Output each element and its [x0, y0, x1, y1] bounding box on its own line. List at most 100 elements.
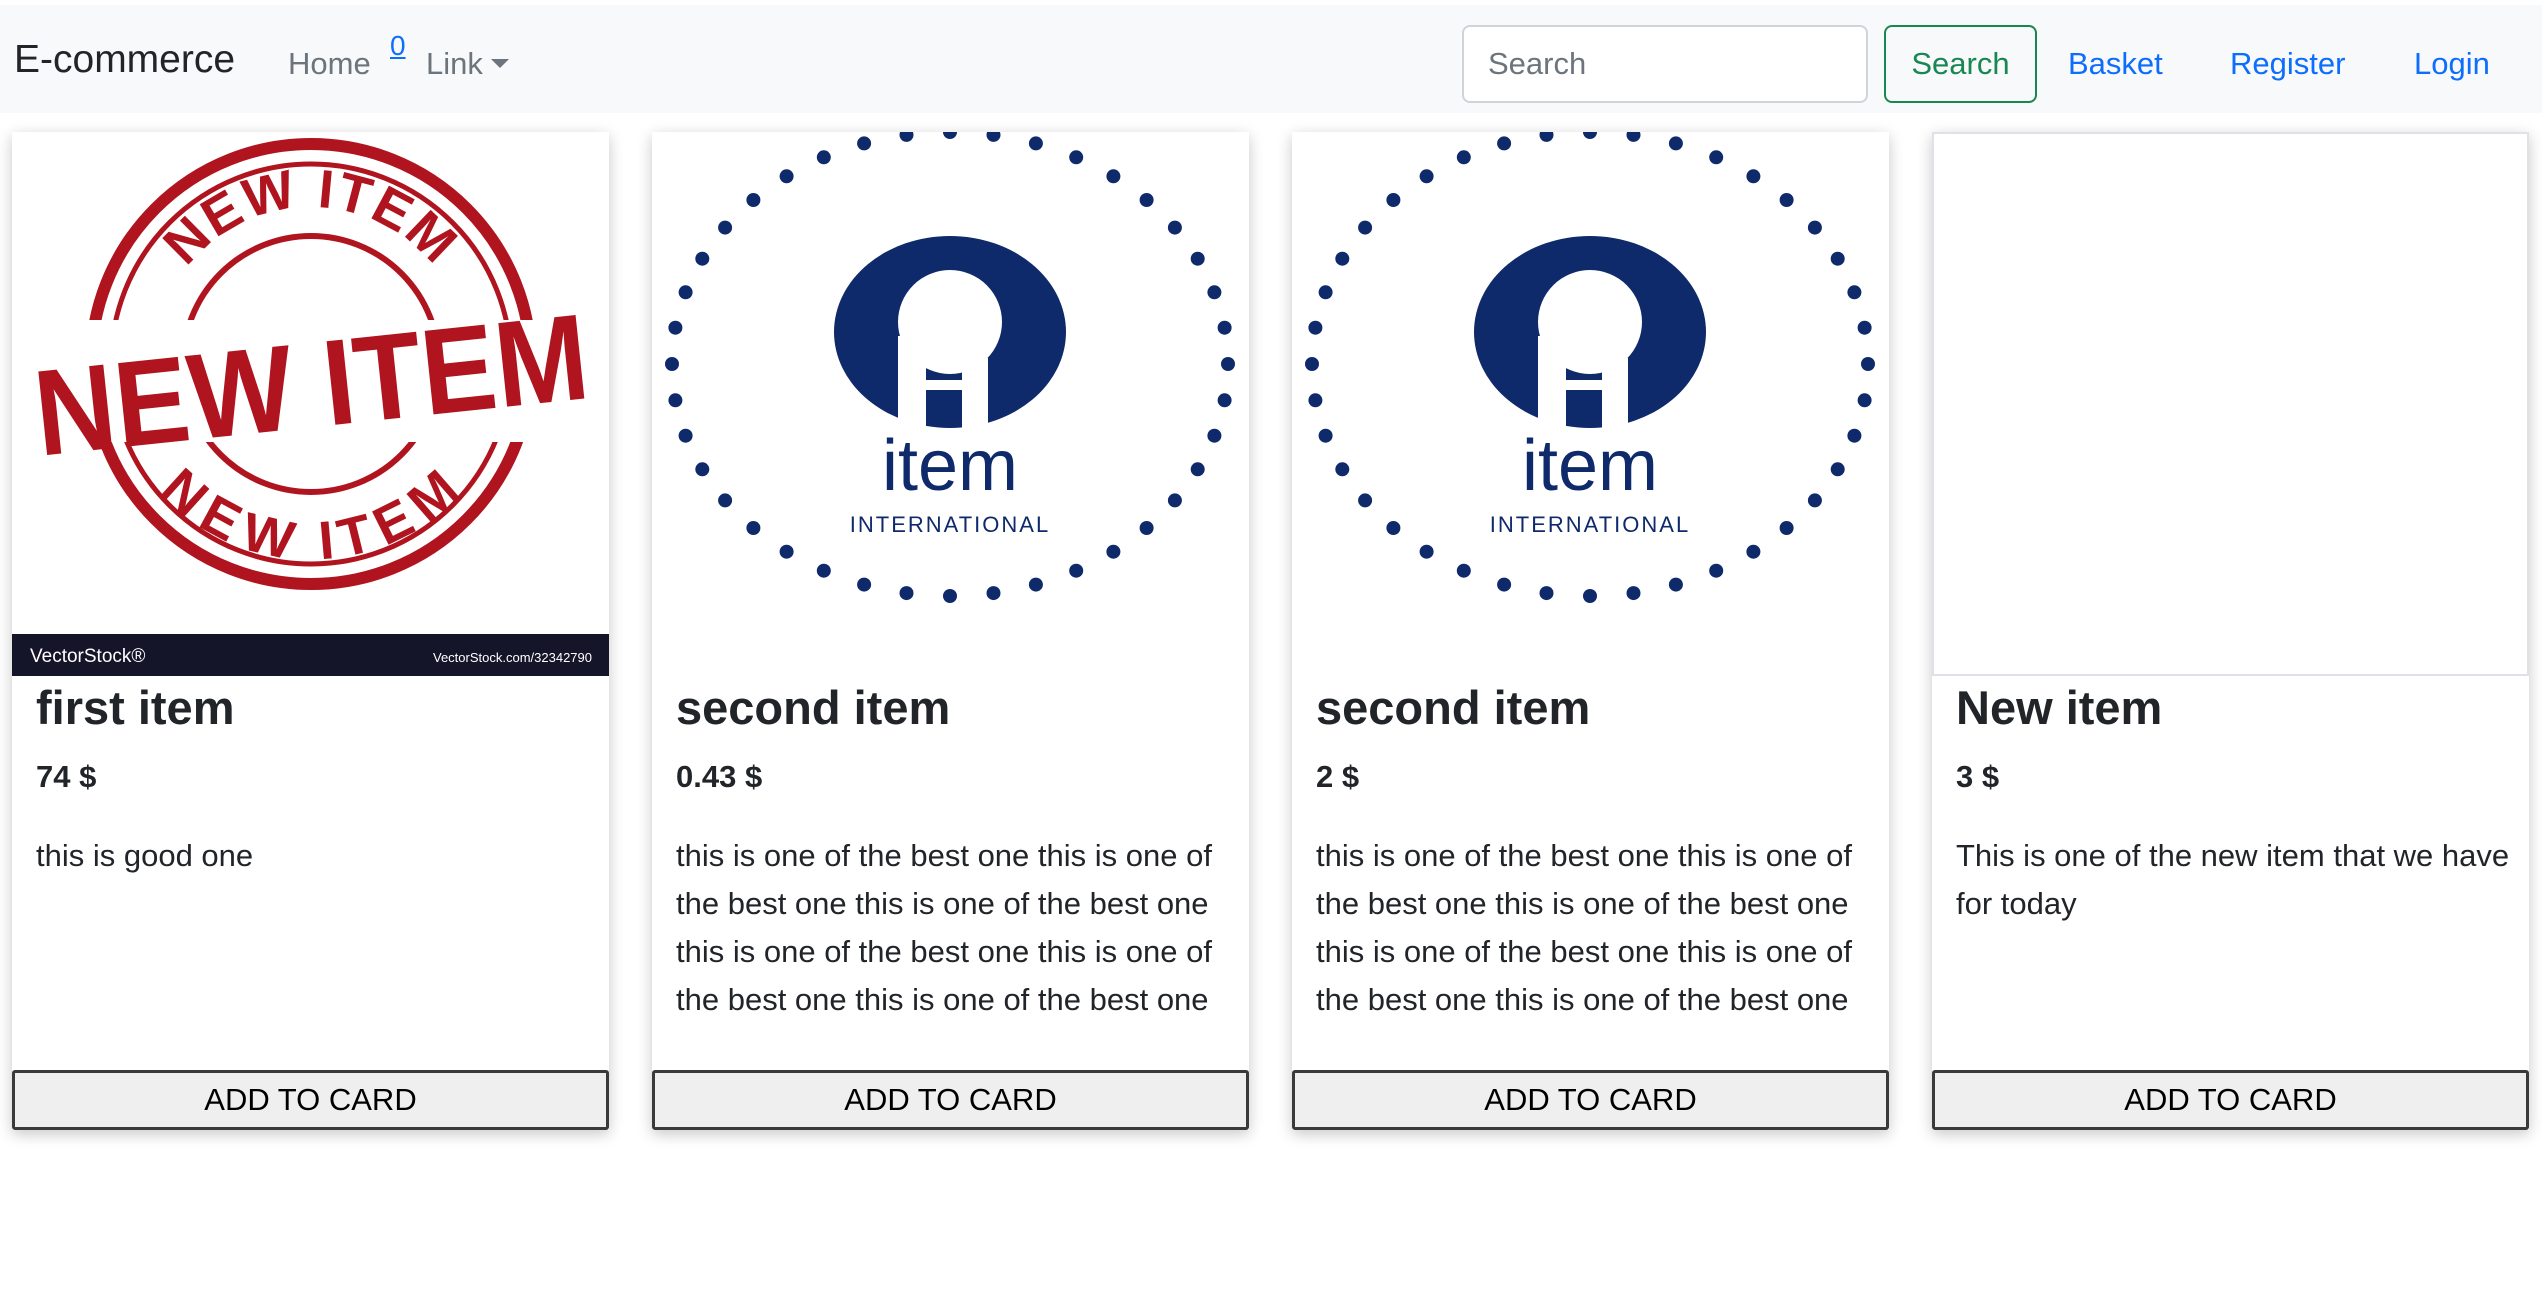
- product-card: item INTERNATIONAL second item 2 $ this …: [1292, 132, 1889, 1130]
- ring-dot: [1190, 251, 1205, 266]
- ring-dot: [1419, 544, 1434, 559]
- ring-dot: [1305, 357, 1319, 371]
- ring-dot: [718, 493, 733, 508]
- product-image-placeholder: [1932, 132, 2529, 676]
- product-image: NEW ITEM NEW ITEM NEW ITEM VectorStock® …: [12, 132, 609, 676]
- add-to-cart-button[interactable]: ADD TO CARD: [1292, 1070, 1889, 1130]
- product-card: NEW ITEM NEW ITEM NEW ITEM VectorStock® …: [12, 132, 609, 1130]
- ring-dot: [1419, 169, 1434, 184]
- logo-word: item: [882, 426, 1018, 506]
- basket-link[interactable]: Basket: [2068, 45, 2163, 82]
- nav-link-label: Link: [426, 46, 483, 81]
- product-price: 2 $: [1316, 759, 1360, 794]
- ring-dot: [1807, 220, 1822, 235]
- ring-dot: [1190, 462, 1205, 477]
- ring-dot: [816, 563, 831, 578]
- ring-dot: [1746, 544, 1761, 559]
- ring-dot: [1847, 285, 1862, 300]
- ring-dot: [1746, 169, 1761, 184]
- ring-dot: [668, 320, 683, 335]
- product-title: second item: [676, 681, 951, 734]
- item-international-logo-image: item INTERNATIONAL: [652, 132, 1249, 676]
- search-button[interactable]: Search: [1884, 25, 2037, 103]
- ring-dot: [1497, 136, 1512, 151]
- ring-dot: [718, 220, 733, 235]
- vectorstock-url: VectorStock.com/32342790: [433, 650, 592, 665]
- product-title: New item: [1956, 681, 2163, 734]
- search-input[interactable]: [1462, 25, 1868, 103]
- ring-dot: [1358, 493, 1373, 508]
- basket-count-link[interactable]: 0: [390, 29, 406, 63]
- nav-home-link[interactable]: Home: [288, 45, 371, 82]
- product-image: item INTERNATIONAL: [1292, 132, 1889, 676]
- ring-dot: [1709, 563, 1724, 578]
- ring-dot: [665, 357, 679, 371]
- ring-dot: [1167, 220, 1182, 235]
- ring-dot: [1318, 428, 1333, 443]
- ring-dot: [1779, 193, 1794, 207]
- logo-subtitle: INTERNATIONAL: [1490, 512, 1690, 537]
- ring-dot: [1539, 586, 1554, 601]
- ring-dot: [1861, 357, 1875, 371]
- ring-dot: [779, 169, 794, 184]
- login-link[interactable]: Login: [2414, 45, 2490, 82]
- ring-dot: [1583, 589, 1597, 603]
- ring-dot: [1207, 285, 1222, 300]
- ring-dot: [1318, 285, 1333, 300]
- logo-word: item: [1522, 426, 1658, 506]
- ring-dot: [1626, 586, 1641, 601]
- ring-dot: [1335, 251, 1350, 266]
- ring-dot: [1779, 521, 1794, 535]
- ring-dot: [1358, 220, 1373, 235]
- brand-logo[interactable]: E-commerce: [14, 37, 235, 84]
- ring-dot: [1386, 193, 1401, 207]
- vectorstock-brand: VectorStock®: [30, 646, 145, 667]
- ring-dot: [1221, 357, 1235, 371]
- ring-dot: [1217, 393, 1232, 408]
- ring-dot: [695, 462, 710, 477]
- ring-dot: [1139, 521, 1154, 535]
- ring-dot: [1709, 150, 1724, 165]
- ring-dot: [1807, 493, 1822, 508]
- product-price: 0.43 $: [676, 759, 763, 794]
- ring-dot: [1857, 393, 1872, 408]
- ring-dot: [943, 589, 957, 603]
- add-to-cart-button[interactable]: ADD TO CARD: [12, 1070, 609, 1130]
- nav-link-dropdown[interactable]: Link: [426, 45, 509, 82]
- ring-dot: [678, 428, 693, 443]
- ring-dot: [1857, 320, 1872, 335]
- ring-dot: [1069, 563, 1084, 578]
- ring-dot: [1386, 521, 1401, 535]
- product-card: item INTERNATIONAL second item 0.43 $ th…: [652, 132, 1249, 1130]
- ring-dot: [695, 251, 710, 266]
- chevron-down-icon: [490, 59, 509, 68]
- new-item-stamp-image: NEW ITEM NEW ITEM NEW ITEM VectorStock® …: [12, 132, 609, 676]
- ring-dot: [899, 586, 914, 601]
- ring-dot: [1217, 320, 1232, 335]
- item-international-logo-image: item INTERNATIONAL: [1292, 132, 1889, 676]
- ring-dot: [1847, 428, 1862, 443]
- ring-dot: [668, 393, 683, 408]
- ring-dot: [857, 577, 872, 592]
- navbar: E-commerce Home 0 Link Search Basket Reg…: [0, 5, 2542, 113]
- ring-dot: [1335, 462, 1350, 477]
- product-card: New item 3 $ This is one of the new item…: [1932, 132, 2529, 1130]
- ring-dot: [1456, 150, 1471, 165]
- ring-dot: [1069, 150, 1084, 165]
- register-link[interactable]: Register: [2230, 45, 2345, 82]
- ring-dot: [1308, 320, 1323, 335]
- ring-dot: [1456, 563, 1471, 578]
- ring-dot: [1308, 393, 1323, 408]
- ring-dot: [746, 193, 761, 207]
- ring-dot: [1167, 493, 1182, 508]
- ring-dot: [1497, 577, 1512, 592]
- product-title: first item: [36, 681, 235, 734]
- product-price: 3 $: [1956, 759, 2000, 794]
- ring-dot: [1830, 462, 1845, 477]
- ring-dot: [1139, 193, 1154, 207]
- ring-dot: [1207, 428, 1222, 443]
- add-to-cart-button[interactable]: ADD TO CARD: [652, 1070, 1249, 1130]
- ring-dot: [1668, 577, 1683, 592]
- add-to-cart-button[interactable]: ADD TO CARD: [1932, 1070, 2529, 1130]
- product-price: 74 $: [36, 759, 97, 794]
